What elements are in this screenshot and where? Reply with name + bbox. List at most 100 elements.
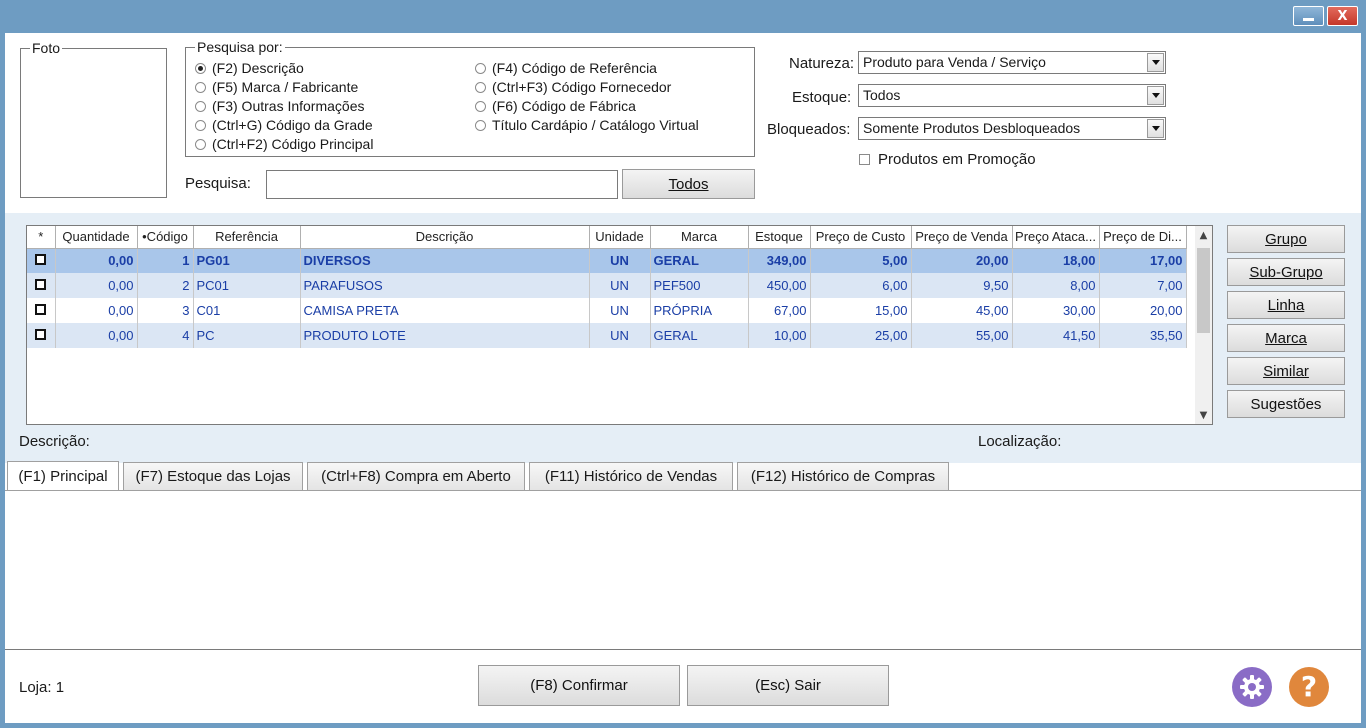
col-header-preco-custo[interactable]: Preço de Custo (810, 226, 912, 249)
col-header-preco-venda[interactable]: Preço de Venda (911, 226, 1013, 249)
row-checkbox[interactable] (27, 298, 56, 323)
grid-header-row: * Quantidade •Código Referência Descriçã… (27, 226, 1187, 249)
tab-historico-vendas[interactable]: (F11) Histórico de Vendas (529, 462, 733, 490)
cell-descricao: CAMISA PRETA (300, 298, 590, 323)
linha-button-label: Linha (1267, 296, 1305, 314)
chevron-down-icon[interactable] (1147, 86, 1164, 105)
loja-label: Loja: 1 (19, 679, 65, 696)
radio-outras-informacoes[interactable]: (F3) Outras Informações (195, 98, 365, 114)
natureza-select[interactable]: Produto para Venda / Serviço (858, 51, 1166, 74)
cell-preco-atacado: 30,00 (1012, 298, 1100, 323)
confirmar-button[interactable]: (F8) Confirmar (478, 665, 680, 706)
cell-quantidade: 0,00 (55, 323, 138, 348)
cell-marca: PEF500 (650, 273, 749, 298)
cell-marca: PRÓPRIA (650, 298, 749, 323)
minimize-icon (1303, 18, 1314, 21)
title-bar: X (0, 0, 1366, 33)
radio-icon (475, 62, 486, 74)
table-row[interactable]: 0,00 1 PG01 DIVERSOS UN GERAL 349,00 5,0… (27, 248, 1187, 273)
grupo-button[interactable]: Grupo (1227, 225, 1345, 253)
col-header-preco-atacado[interactable]: Preço Ataca... (1012, 226, 1100, 249)
similar-button[interactable]: Similar (1227, 357, 1345, 385)
cell-codigo: 2 (137, 273, 194, 298)
radio-codigo-fabrica[interactable]: (F6) Código de Fábrica (475, 98, 636, 114)
col-header-codigo[interactable]: •Código (137, 226, 194, 249)
grid-scrollbar[interactable]: ▲ ▼ (1195, 226, 1212, 424)
search-input[interactable] (266, 170, 618, 199)
table-row[interactable]: 0,00 4 PC PRODUTO LOTE UN GERAL 10,00 25… (27, 323, 1187, 348)
scroll-up-icon[interactable]: ▲ (1195, 226, 1212, 244)
products-grid[interactable]: * Quantidade •Código Referência Descriçã… (26, 225, 1213, 425)
table-row[interactable]: 0,00 2 PC01 PARAFUSOS UN PEF500 450,00 6… (27, 273, 1187, 298)
radio-codigo-grade[interactable]: (Ctrl+G) Código da Grade (195, 117, 373, 133)
tab-label: (Ctrl+F8) Compra em Aberto (321, 468, 511, 485)
grupo-button-label: Grupo (1265, 230, 1307, 248)
scroll-down-icon[interactable]: ▼ (1195, 406, 1212, 424)
cell-preco-venda: 45,00 (911, 298, 1013, 323)
radio-codigo-fornecedor[interactable]: (Ctrl+F3) Código Fornecedor (475, 79, 671, 95)
sugestoes-button-label: Sugestões (1250, 395, 1322, 413)
radio-descricao[interactable]: (F2) Descrição (195, 60, 304, 76)
sair-button[interactable]: (Esc) Sair (687, 665, 889, 706)
todos-button[interactable]: Todos (622, 169, 755, 199)
promocao-checkbox[interactable]: Produtos em Promoção (859, 151, 1036, 168)
radio-codigo-principal[interactable]: (Ctrl+F2) Código Principal (195, 136, 373, 152)
bloqueados-select[interactable]: Somente Produtos Desbloqueados (858, 117, 1166, 140)
gear-icon[interactable] (1232, 667, 1272, 707)
col-header-unidade[interactable]: Unidade (589, 226, 651, 249)
radio-icon (475, 100, 486, 112)
search-by-legend: Pesquisa por: (195, 39, 285, 55)
col-header-quantidade[interactable]: Quantidade (55, 226, 138, 249)
table-row[interactable]: 0,00 3 C01 CAMISA PRETA UN PRÓPRIA 67,00… (27, 298, 1187, 323)
radio-icon (195, 138, 206, 150)
cell-preco-atacado: 8,00 (1012, 273, 1100, 298)
estoque-label: Estoque: (792, 89, 852, 106)
col-header-select[interactable]: * (27, 226, 56, 249)
tab-strip: (F1) Principal (F7) Estoque das Lojas (C… (5, 461, 1361, 491)
col-header-preco-distribuidor[interactable]: Preço de Di... (1099, 226, 1187, 249)
sugestoes-button[interactable]: Sugestões (1227, 390, 1345, 418)
checkbox-icon (35, 279, 47, 290)
tab-panel-principal (5, 490, 1361, 650)
radio-selected-icon (195, 62, 206, 74)
help-icon[interactable]: ? (1289, 667, 1329, 707)
estoque-select[interactable]: Todos (858, 84, 1166, 107)
tab-label: (F1) Principal (18, 468, 108, 485)
tab-historico-compras[interactable]: (F12) Histórico de Compras (737, 462, 949, 490)
row-checkbox[interactable] (27, 248, 56, 273)
descricao-detail-label: Descrição: (19, 433, 90, 450)
tab-compra-aberto[interactable]: (Ctrl+F8) Compra em Aberto (307, 462, 525, 490)
col-header-estoque[interactable]: Estoque (748, 226, 811, 249)
close-button[interactable]: X (1327, 6, 1358, 26)
radio-label: (F2) Descrição (212, 60, 304, 76)
minimize-button[interactable] (1293, 6, 1324, 26)
scrollbar-thumb[interactable] (1197, 248, 1210, 333)
cell-unidade: UN (589, 298, 651, 323)
row-checkbox[interactable] (27, 273, 56, 298)
col-header-referencia[interactable]: Referência (193, 226, 301, 249)
cell-codigo: 4 (137, 323, 194, 348)
chevron-down-icon[interactable] (1147, 119, 1164, 138)
cell-preco-venda: 9,50 (911, 273, 1013, 298)
radio-icon (475, 119, 486, 131)
linha-button[interactable]: Linha (1227, 291, 1345, 319)
todos-button-label: Todos (668, 175, 709, 193)
checkbox-icon (35, 304, 47, 315)
radio-marca-fabricante[interactable]: (F5) Marca / Fabricante (195, 79, 358, 95)
tab-principal[interactable]: (F1) Principal (7, 461, 119, 491)
chevron-down-icon[interactable] (1147, 53, 1164, 72)
cell-unidade: UN (589, 273, 651, 298)
row-checkbox[interactable] (27, 323, 56, 348)
radio-label: (F4) Código de Referência (492, 60, 657, 76)
col-header-descricao[interactable]: Descrição (300, 226, 590, 249)
cell-preco-custo: 15,00 (810, 298, 912, 323)
tab-estoque-lojas[interactable]: (F7) Estoque das Lojas (123, 462, 303, 490)
window-client: Foto Pesquisa por: (F2) Descrição (F5) M… (5, 33, 1361, 723)
col-header-marca[interactable]: Marca (650, 226, 749, 249)
radio-titulo-cardapio[interactable]: Título Cardápio / Catálogo Virtual (475, 117, 699, 133)
marca-button[interactable]: Marca (1227, 324, 1345, 352)
radio-codigo-referencia[interactable]: (F4) Código de Referência (475, 60, 657, 76)
cell-marca: GERAL (650, 323, 749, 348)
cell-preco-distribuidor: 20,00 (1099, 298, 1187, 323)
subgrupo-button[interactable]: Sub-Grupo (1227, 258, 1345, 286)
